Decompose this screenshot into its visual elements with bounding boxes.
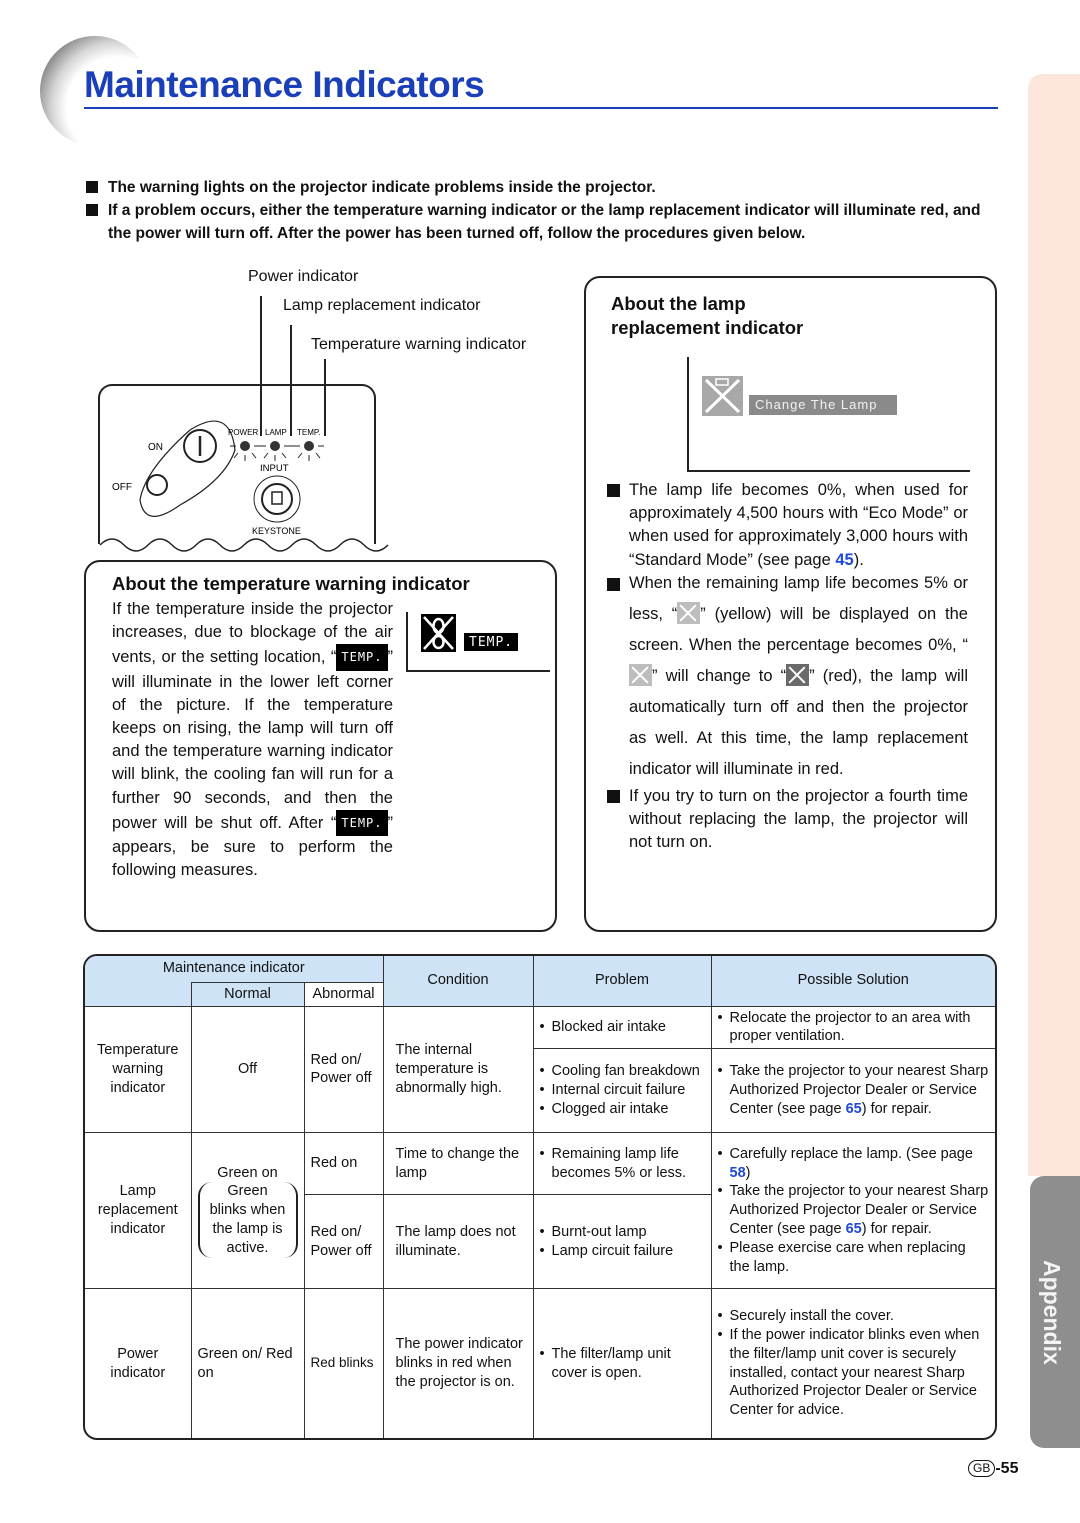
table-header-row: Maintenance indicator Condition Problem …	[85, 956, 995, 1007]
cell-solution: Take the projector to your nearest Sharp…	[710, 1048, 995, 1134]
lamp-led-label: LAMP	[265, 428, 287, 437]
page-title: Maintenance Indicators	[84, 64, 485, 105]
header-problem: Problem	[532, 956, 712, 1007]
page-link-65[interactable]: 65	[846, 1221, 862, 1237]
temperature-osd-icon	[421, 614, 456, 652]
cell-abnormal: Red on/ Power off	[304, 1194, 384, 1290]
power-led	[240, 441, 250, 451]
header-condition: Condition	[382, 956, 534, 1007]
cell-condition: Time to change the lamp	[382, 1132, 534, 1196]
temp-osd-label: TEMP.	[464, 633, 519, 651]
input-button	[261, 483, 293, 515]
header-normal: Normal	[190, 981, 305, 1007]
cell-problem: Blocked air intake	[532, 1005, 712, 1050]
temp-led	[304, 441, 314, 451]
cell-abnormal: Red on/ Power off	[303, 1005, 384, 1134]
header-spacer	[85, 982, 192, 1007]
power-led-label: POWER	[228, 428, 258, 437]
cell-indicator: Power indicator	[85, 1288, 192, 1438]
intro-item: The warning lights on the projector indi…	[84, 176, 1000, 199]
square-bullet-icon	[607, 484, 620, 497]
square-bullet-icon	[86, 204, 98, 216]
intro-item: If a problem occurs, either the temperat…	[84, 199, 1000, 245]
region-badge: GB	[968, 1460, 996, 1477]
cell-condition: The power indicator blinks in red when t…	[382, 1288, 534, 1438]
callout-temp-indicator: Temperature warning indicator	[311, 336, 527, 353]
lamp-warning-yellow-icon	[629, 663, 652, 686]
header-abnormal: Abnormal	[303, 981, 383, 1007]
cell-indicator: Temperature warning indicator	[85, 1005, 192, 1134]
cell-problem: The filter/lamp unit cover is open.	[532, 1288, 712, 1438]
cell-normal: Green on Green blinks when the lamp is a…	[190, 1132, 305, 1290]
table-row: Lamp replacement indicator Green on Gree…	[85, 1132, 995, 1290]
cell-solution: Securely install the cover. If the power…	[710, 1288, 995, 1438]
cell-solution: Relocate the projector to an area with p…	[710, 1005, 995, 1050]
maintenance-table: Maintenance indicator Condition Problem …	[83, 954, 997, 1440]
temp-inline-chip: TEMP.	[336, 644, 388, 671]
cell-condition: The internal temperature is abnormally h…	[382, 1005, 534, 1134]
page-link-65[interactable]: 65	[846, 1101, 862, 1117]
temperature-box-title: About the temperature warning indicator	[112, 573, 470, 594]
off-label: OFF	[112, 482, 132, 493]
lamp-warning-red-icon	[786, 663, 810, 686]
cell-abnormal: Red on	[303, 1132, 384, 1196]
header-solution: Possible Solution	[710, 956, 995, 1007]
cell-solution: Carefully replace the lamp. (See page 58…	[710, 1132, 995, 1290]
appendix-tab-label: Appendix	[1039, 1260, 1065, 1365]
control-panel-drawing: ON OFF POWER LAMP TEMP. INPUT KEYSTONE	[99, 420, 389, 552]
lamp-box-text: The lamp life becomes 0%, when used for …	[607, 479, 968, 854]
callout-power-indicator: Power indicator	[248, 268, 359, 285]
lamp-led	[270, 441, 280, 451]
cell-normal: Off	[190, 1005, 305, 1134]
square-bullet-icon	[86, 181, 98, 193]
side-tab-background	[1028, 74, 1080, 1176]
cell-condition: The lamp does not illuminate.	[382, 1194, 534, 1290]
title-underline	[84, 107, 998, 109]
on-label: ON	[148, 442, 163, 453]
lamp-warning-yellow-icon	[677, 601, 701, 624]
temperature-box-text: If the temperature inside the projector …	[112, 600, 393, 880]
cell-problem: Cooling fan breakdown Internal circuit f…	[533, 1048, 712, 1134]
temp-led-label: TEMP.	[297, 428, 320, 437]
cell-problem: Remaining lamp life becomes 5% or less.	[532, 1132, 712, 1196]
cell-indicator: Lamp replacement indicator	[85, 1132, 192, 1290]
square-bullet-icon	[607, 577, 620, 591]
callout-lamp-indicator: Lamp replacement indicator	[283, 297, 481, 314]
cell-problem: Burnt-out lamp Lamp circuit failure	[532, 1194, 711, 1290]
off-button	[146, 474, 168, 496]
square-bullet-icon	[607, 789, 620, 803]
panel-wave-edge	[99, 538, 389, 552]
page-link-58[interactable]: 58	[730, 1165, 746, 1181]
page-number: GB -55	[968, 1460, 1018, 1478]
cell-abnormal: Red blinks	[303, 1288, 384, 1438]
input-button-ring	[253, 475, 301, 523]
input-label: INPUT	[260, 463, 289, 474]
temp-inline-chip: TEMP.	[336, 809, 388, 837]
lamp-bullet: If you try to turn on the projector a fo…	[607, 785, 968, 855]
intro-bullets: The warning lights on the projector indi…	[84, 176, 1000, 245]
header-maintenance-indicator: Maintenance indicator	[85, 956, 384, 982]
change-lamp-osd-label: Change The Lamp	[749, 395, 897, 415]
cell-normal: Green on/ Red on	[190, 1288, 305, 1438]
lamp-bullet: The lamp life becomes 0%, when used for …	[607, 479, 968, 572]
change-lamp-osd-icon	[702, 376, 743, 416]
page-link-45[interactable]: 45	[835, 551, 853, 569]
keystone-label: KEYSTONE	[252, 526, 301, 536]
table-row: Temperature warning indicator Off Red on…	[85, 1005, 995, 1134]
table-row: Power indicator Green on/ Red on Red bli…	[85, 1288, 995, 1438]
lamp-box-title: About the lamp replacement indicator	[611, 293, 804, 338]
lamp-bullet: When the remaining lamp life becomes 5% …	[607, 568, 968, 785]
